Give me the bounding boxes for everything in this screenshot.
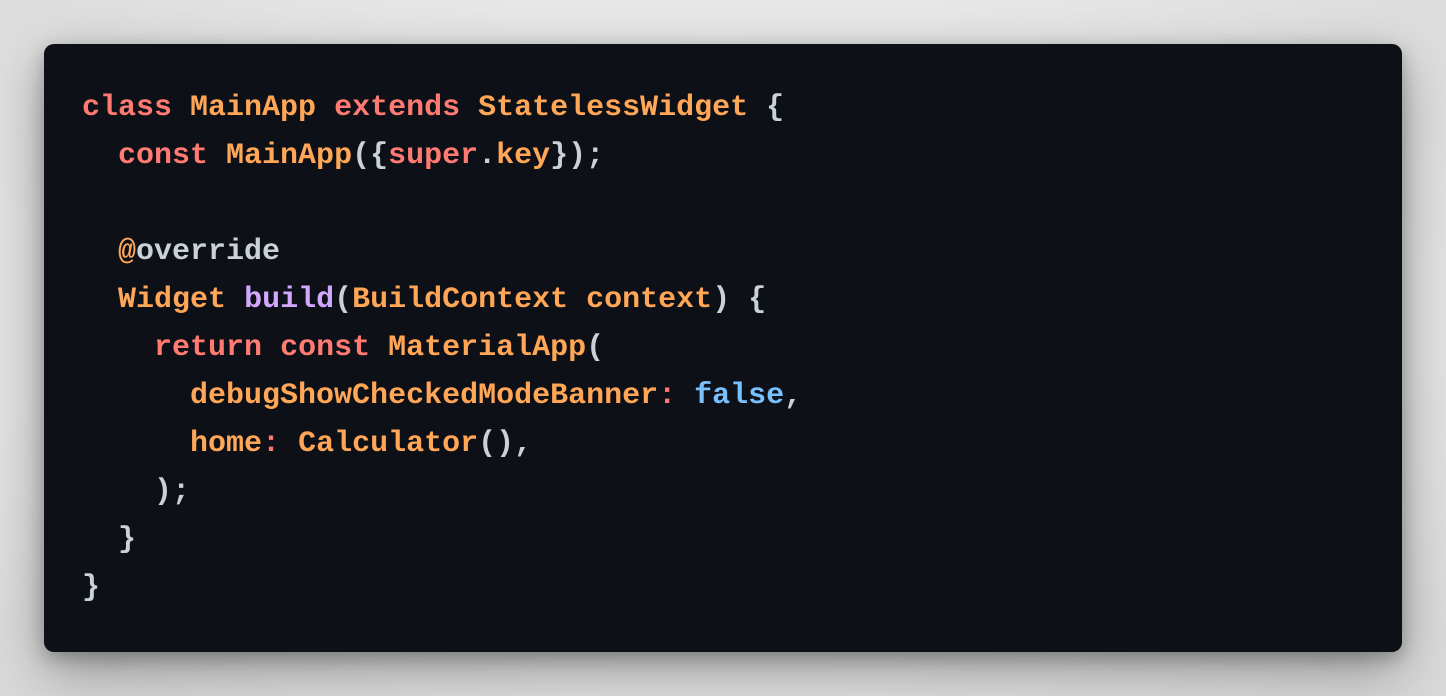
code-token-param: context xyxy=(586,283,713,317)
code-token-annot: override xyxy=(136,235,281,269)
code-token-param: debugShowCheckedModeBanner xyxy=(190,379,659,413)
code-token-punct: } xyxy=(118,523,137,557)
code-token-type: Widget xyxy=(118,283,227,317)
code-token-type: MaterialApp xyxy=(388,331,587,365)
code-token-type: Calculator xyxy=(298,427,479,461)
code-token-punct: (), xyxy=(478,427,533,461)
code-line: class MainApp extends StatelessWidget { xyxy=(82,84,802,132)
code-token-punct: ( xyxy=(334,283,353,317)
code-line: debugShowCheckedModeBanner: false, xyxy=(82,372,802,420)
code-line: return const MaterialApp( xyxy=(82,324,802,372)
code-token-prop: : xyxy=(262,427,281,461)
code-token-keyword: const xyxy=(118,139,209,173)
code-token-punct: } xyxy=(82,571,101,605)
code-token-type: StatelessWidget xyxy=(478,91,749,125)
code-line: } xyxy=(82,516,802,564)
code-token-punct: }); xyxy=(550,139,605,173)
code-line: home: Calculator(), xyxy=(82,420,802,468)
code-token-type: MainApp xyxy=(190,91,317,125)
code-token-type: BuildContext xyxy=(352,283,569,317)
code-block: class MainApp extends StatelessWidget { … xyxy=(82,84,802,612)
code-token-punct: ); xyxy=(154,475,191,509)
code-token-keyword: return xyxy=(154,331,263,365)
code-line: } xyxy=(82,564,802,612)
code-token-annot-at: @ xyxy=(118,235,137,269)
code-token-keyword: extends xyxy=(334,91,461,125)
code-token-punct: ({ xyxy=(352,139,389,173)
code-token-param: key xyxy=(496,139,551,173)
code-line: Widget build(BuildContext context) { xyxy=(82,276,802,324)
code-token-punct: , xyxy=(784,379,803,413)
code-token-punct: . xyxy=(478,139,497,173)
code-token-prop: : xyxy=(658,379,677,413)
code-snippet-window: class MainApp extends StatelessWidget { … xyxy=(44,44,1402,652)
code-line: const MainApp({super.key}); xyxy=(82,132,802,180)
code-token-keyword: class xyxy=(82,91,173,125)
code-token-punct: ) { xyxy=(712,283,767,317)
code-token-punct: ( xyxy=(586,331,605,365)
code-token-param: home xyxy=(190,427,263,461)
code-token-func: build xyxy=(244,283,335,317)
code-line: @override xyxy=(82,228,802,276)
code-token-keyword: const xyxy=(280,331,371,365)
code-line: ); xyxy=(82,468,802,516)
code-token-punct: { xyxy=(748,91,785,125)
code-token-keyword: super xyxy=(388,139,479,173)
code-token-bool: false xyxy=(694,379,785,413)
code-token-type: MainApp xyxy=(226,139,353,173)
